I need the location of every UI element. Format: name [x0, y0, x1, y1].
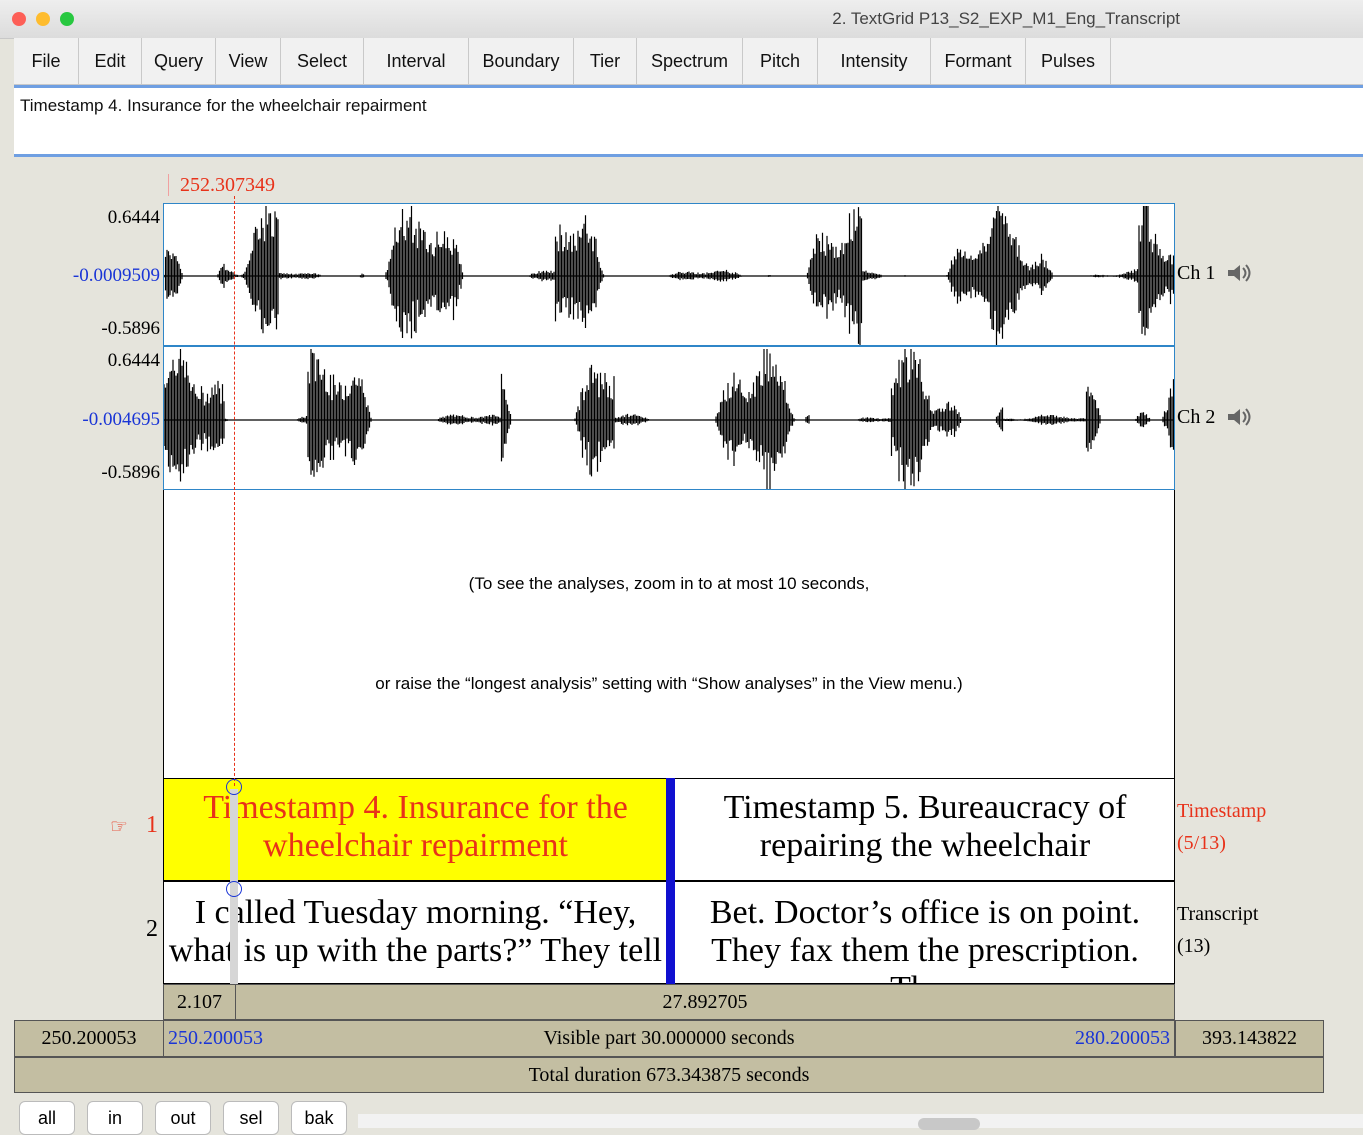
tier2-next-text: Bet. Doctor’s office is on point. They f…	[709, 894, 1141, 983]
menu-bar: File Edit Query View Select Interval Bou…	[14, 38, 1363, 85]
tier1-cursor-circle[interactable]	[226, 779, 242, 795]
cursor-line[interactable]	[234, 196, 235, 786]
ch1-max-label: 0.6444	[107, 207, 160, 228]
left-outer-bar[interactable]: 250.200053	[14, 1020, 164, 1057]
tier2-count: (13)	[1177, 935, 1211, 957]
analysis-area[interactable]: (To see the analyses, zoom in to at most…	[163, 490, 1175, 778]
tier2-name: Transcript	[1177, 903, 1259, 925]
tier1-interval-selected[interactable]: Timestamp 4. Insurance for the wheelchai…	[164, 779, 667, 880]
right-outer-bar[interactable]: 393.143822	[1175, 1020, 1324, 1057]
menu-view[interactable]: View	[216, 38, 281, 84]
tier2-interval-text: I called Tuesday morning. “Hey, what is …	[168, 894, 663, 969]
menu-pitch[interactable]: Pitch	[743, 38, 818, 84]
cursor-tick	[168, 174, 169, 196]
tier1-interval-text: Timestamp 4. Insurance for the wheelchai…	[203, 789, 628, 864]
ch2-min-label: -0.5896	[101, 462, 160, 483]
visible-end: 280.200053	[1075, 1027, 1170, 1049]
selection-left-value: 2.107	[177, 991, 222, 1013]
left-outer-value: 250.200053	[41, 1027, 137, 1049]
total-duration-label: Total duration 673.343875 seconds	[528, 1064, 810, 1086]
interval-text-value: Timestamp 4. Insurance for the wheelchai…	[20, 96, 427, 115]
zoom-in-button[interactable]: in	[87, 1101, 143, 1135]
tier1-number: 1	[146, 812, 158, 838]
window-titlebar: 2. TextGrid P13_S2_EXP_M1_Eng_Transcript	[0, 0, 1363, 39]
minimize-window-button[interactable]	[36, 12, 50, 26]
ch2-label: Ch 2	[1177, 406, 1216, 428]
zoom-sel-button[interactable]: sel	[223, 1101, 279, 1135]
selection-right-bar[interactable]: 27.892705	[235, 984, 1175, 1020]
menu-edit[interactable]: Edit	[79, 38, 142, 84]
ch2-max-label: 0.6444	[107, 350, 160, 371]
menu-tier[interactable]: Tier	[574, 38, 637, 84]
tier2-interval-next[interactable]: Bet. Doctor’s office is on point. They f…	[676, 882, 1174, 983]
selection-right-value: 27.892705	[662, 991, 748, 1013]
menu-query[interactable]: Query	[142, 38, 216, 84]
total-duration-bar[interactable]: Total duration 673.343875 seconds	[14, 1057, 1324, 1093]
analysis-message-line1: (To see the analyses, zoom in to at most…	[468, 574, 870, 593]
waveform-channel-2[interactable]	[163, 346, 1175, 490]
waveform-ch1-svg	[164, 206, 1174, 345]
menu-select[interactable]: Select	[281, 38, 364, 84]
zoom-back-button[interactable]: bak	[291, 1101, 347, 1135]
visible-part-label: Visible part 30.000000 seconds	[543, 1027, 795, 1049]
ch2-mid-label: -0.004695	[82, 409, 160, 430]
zoom-out-button[interactable]: out	[155, 1101, 211, 1135]
cursor-time-label: 252.307349	[180, 174, 275, 196]
speaker-icon[interactable]	[1226, 406, 1252, 433]
tier1-next-text: Timestamp 5. Bureaucracy of repairing th…	[723, 789, 1127, 864]
interval-text-field[interactable]: Timestamp 4. Insurance for the wheelchai…	[14, 85, 1363, 157]
menu-boundary[interactable]: Boundary	[469, 38, 574, 84]
visible-part-bar[interactable]: 250.200053 Visible part 30.000000 second…	[163, 1020, 1175, 1057]
scrollbar-thumb[interactable]	[918, 1118, 980, 1130]
right-outer-value: 393.143822	[1202, 1027, 1297, 1049]
tier2-interval[interactable]: I called Tuesday morning. “Hey, what is …	[164, 882, 667, 983]
menu-formant[interactable]: Formant	[931, 38, 1026, 84]
window-title: 2. TextGrid P13_S2_EXP_M1_Eng_Transcript	[832, 9, 1180, 28]
tier2-cursor-circle[interactable]	[226, 881, 242, 897]
tier2-number: 2	[146, 916, 158, 942]
tier1-name: Timestamp	[1177, 800, 1267, 822]
waveform-ch2-trace	[164, 349, 1174, 489]
ch1-mid-label: -0.0009509	[72, 265, 160, 286]
zoom-window-button[interactable]	[60, 12, 74, 26]
visible-start: 250.200053	[168, 1027, 263, 1049]
horizontal-scrollbar[interactable]	[358, 1114, 1363, 1130]
analysis-message-line2: or raise the “longest analysis” setting …	[375, 674, 963, 693]
tier1-pointer-icon: ☞	[110, 816, 128, 838]
speaker-icon[interactable]	[1226, 262, 1252, 289]
tier1-interval-next[interactable]: Timestamp 5. Bureaucracy of repairing th…	[676, 779, 1174, 880]
menu-file[interactable]: File	[14, 38, 79, 84]
ch1-label: Ch 1	[1177, 262, 1216, 284]
close-window-button[interactable]	[12, 12, 26, 26]
zoom-all-button[interactable]: all	[19, 1101, 75, 1135]
ch1-min-label: -0.5896	[101, 318, 160, 339]
tier1-count: (5/13)	[1177, 832, 1226, 854]
waveform-ch2-svg	[164, 349, 1174, 489]
menu-spectrum[interactable]: Spectrum	[637, 38, 743, 84]
selection-left-bar[interactable]: 2.107	[163, 984, 236, 1020]
menu-interval[interactable]: Interval	[364, 38, 469, 84]
waveform-channel-1[interactable]	[163, 203, 1175, 346]
menu-intensity[interactable]: Intensity	[818, 38, 931, 84]
waveform-ch1-trace	[164, 206, 1174, 345]
menu-pulses[interactable]: Pulses	[1026, 38, 1111, 84]
interval-boundary[interactable]	[666, 778, 675, 984]
